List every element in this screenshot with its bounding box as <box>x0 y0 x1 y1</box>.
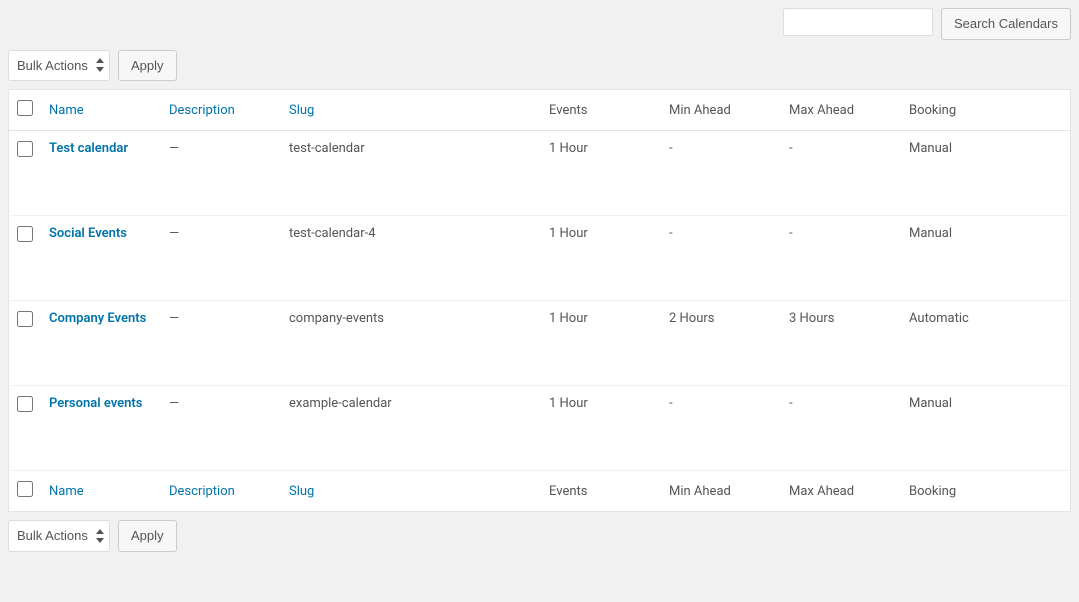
column-footer-events: Events <box>549 484 587 499</box>
row-slug: example-calendar <box>289 396 392 411</box>
column-footer-min-ahead: Min Ahead <box>669 484 731 499</box>
column-footer-description[interactable]: Description <box>169 484 235 499</box>
row-checkbox[interactable] <box>17 311 33 327</box>
search-input[interactable] <box>783 8 933 36</box>
select-all-top-checkbox[interactable] <box>17 100 33 116</box>
column-header-booking: Booking <box>909 103 956 118</box>
bulk-action-select-top[interactable]: Bulk Actions <box>8 50 110 82</box>
row-events: 1 Hour <box>549 141 588 156</box>
row-slug: test-calendar <box>289 141 365 156</box>
row-checkbox[interactable] <box>17 226 33 242</box>
bulk-actions-top: Bulk Actions Apply <box>8 50 1071 82</box>
search-button[interactable]: Search Calendars <box>941 8 1071 40</box>
row-min-ahead: - <box>669 396 673 411</box>
row-events: 1 Hour <box>549 226 588 241</box>
column-footer-slug[interactable]: Slug <box>289 484 314 499</box>
column-footer-max-ahead: Max Ahead <box>789 484 854 499</box>
column-footer-name[interactable]: Name <box>49 484 84 499</box>
bulk-action-select-bottom[interactable]: Bulk Actions <box>8 520 110 552</box>
table-row: Company Events — company-events 1 Hour 2 Hou… <box>9 301 1071 386</box>
search-bar: Search Calendars <box>8 8 1071 40</box>
row-description: — <box>169 226 179 241</box>
column-header-slug[interactable]: Slug <box>289 103 314 118</box>
table-row: Personal events — example-calendar 1 Hour - -… <box>9 386 1071 471</box>
table-row: Test calendar — test-calendar 1 Hour - - Manua… <box>9 131 1071 216</box>
row-description: — <box>169 396 179 411</box>
row-events: 1 Hour <box>549 311 588 326</box>
bulk-actions-bottom: Bulk Actions Apply <box>8 520 1071 552</box>
column-header-max-ahead: Max Ahead <box>789 103 854 118</box>
row-min-ahead: 2 Hours <box>669 311 715 326</box>
row-booking: Manual <box>909 396 952 411</box>
row-events: 1 Hour <box>549 396 588 411</box>
row-description: — <box>169 141 179 156</box>
row-checkbox[interactable] <box>17 396 33 412</box>
column-header-events: Events <box>549 103 587 118</box>
row-title-link[interactable]: Company Events <box>49 311 146 326</box>
column-header-min-ahead: Min Ahead <box>669 103 731 118</box>
apply-button-bottom[interactable]: Apply <box>118 520 177 552</box>
column-header-description[interactable]: Description <box>169 103 235 118</box>
row-checkbox[interactable] <box>17 141 33 157</box>
row-title-link[interactable]: Test calendar <box>49 141 128 156</box>
row-max-ahead: - <box>789 226 793 241</box>
row-max-ahead: - <box>789 396 793 411</box>
row-min-ahead: - <box>669 226 673 241</box>
row-max-ahead: 3 Hours <box>789 311 835 326</box>
row-title-link[interactable]: Social Events <box>49 226 127 241</box>
column-header-name[interactable]: Name <box>49 103 84 118</box>
row-booking: Manual <box>909 226 952 241</box>
apply-button-top[interactable]: Apply <box>118 50 177 82</box>
column-footer-booking: Booking <box>909 484 956 499</box>
row-slug: company-events <box>289 311 384 326</box>
row-title-link[interactable]: Personal events <box>49 396 142 411</box>
table-header-row: Name Description Slug Events Min Ahead M… <box>9 90 1071 131</box>
select-all-bottom-checkbox[interactable] <box>17 481 33 497</box>
table-footer-row: Name Description Slug Events Min Ahead M… <box>9 471 1071 512</box>
row-slug: test-calendar-4 <box>289 226 376 241</box>
calendars-table: Name Description Slug Events Min Ahead M… <box>8 89 1071 512</box>
row-booking: Automatic <box>909 311 969 326</box>
row-min-ahead: - <box>669 141 673 156</box>
table-row: Social Events — test-calendar-4 1 Hour - - Man… <box>9 216 1071 301</box>
row-booking: Manual <box>909 141 952 156</box>
row-max-ahead: - <box>789 141 793 156</box>
row-description: — <box>169 311 179 326</box>
